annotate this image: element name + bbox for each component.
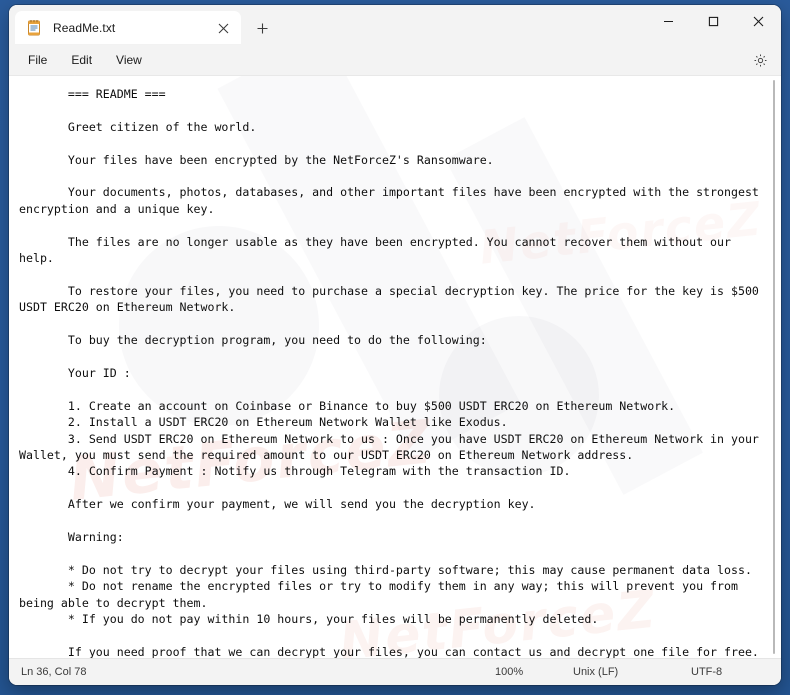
- editor-area[interactable]: NetForceZ NetForceZ NetForceZ === README…: [9, 76, 781, 658]
- minimize-button[interactable]: [646, 5, 691, 37]
- menu-bar: File Edit View: [9, 45, 781, 76]
- line-ending[interactable]: Unix (LF): [573, 666, 691, 678]
- tab-strip: ReadMe.txt: [9, 5, 279, 45]
- status-bar: Ln 36, Col 78 100% Unix (LF) UTF-8: [9, 658, 781, 685]
- settings-button[interactable]: [747, 48, 773, 72]
- gear-icon: [754, 54, 766, 66]
- title-bar[interactable]: ReadMe.txt: [9, 5, 781, 45]
- cursor-position: Ln 36, Col 78: [21, 666, 87, 678]
- new-tab-button[interactable]: [245, 13, 279, 43]
- window-controls: [646, 5, 781, 37]
- encoding[interactable]: UTF-8: [691, 666, 781, 678]
- maximize-icon: [708, 16, 719, 26]
- menu-file[interactable]: File: [17, 49, 58, 71]
- menu-view[interactable]: View: [105, 49, 153, 71]
- scrollbar-thumb[interactable]: [773, 80, 775, 654]
- plus-icon: [257, 23, 267, 33]
- document-text[interactable]: === README === Greet citizen of the worl…: [9, 76, 781, 658]
- zoom-level[interactable]: 100%: [495, 666, 573, 678]
- close-tab-icon[interactable]: [211, 16, 235, 40]
- menu-edit[interactable]: Edit: [60, 49, 103, 71]
- vertical-scrollbar[interactable]: [767, 76, 781, 658]
- desktop-background: ReadMe.txt File Edit View NetForceZ NetF…: [0, 0, 790, 695]
- minimize-icon: [664, 20, 673, 22]
- tab-title: ReadMe.txt: [53, 21, 116, 35]
- notepad-icon: [25, 19, 43, 37]
- tab-readme[interactable]: ReadMe.txt: [15, 11, 241, 45]
- notepad-window: ReadMe.txt File Edit View NetForceZ NetF…: [9, 5, 781, 685]
- close-window-button[interactable]: [736, 5, 781, 37]
- close-icon: [753, 16, 764, 26]
- maximize-button[interactable]: [691, 5, 736, 37]
